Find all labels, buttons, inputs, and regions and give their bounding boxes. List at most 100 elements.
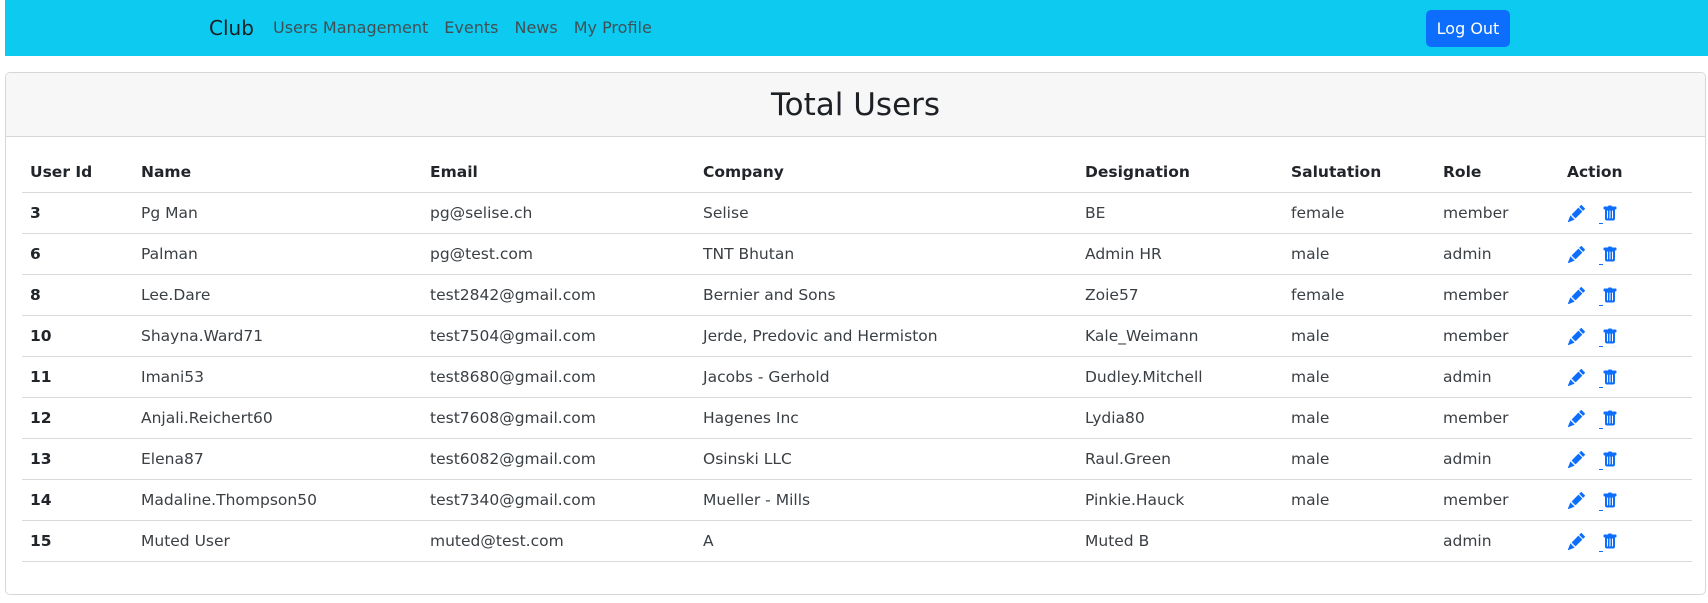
users-card: Total Users User Id Name Email Company D…	[5, 72, 1706, 595]
pencil-icon[interactable]	[1567, 368, 1585, 386]
cell-designation: Dudley.Mitchell	[1077, 356, 1283, 398]
cell-email: pg@test.com	[422, 233, 695, 275]
table-row: 13 Elena87 test6082@gmail.com Osinski LLC Ra…	[22, 438, 1692, 480]
cell-salutation: male	[1283, 397, 1435, 439]
cell-user-id: 6	[22, 233, 133, 275]
cell-action	[1559, 520, 1692, 562]
nav-link-my-profile[interactable]: My Profile	[566, 17, 660, 39]
cell-salutation: female	[1283, 274, 1435, 316]
trash-icon[interactable]	[1599, 327, 1619, 347]
cell-salutation: male	[1283, 479, 1435, 521]
cell-user-id: 3	[22, 192, 133, 234]
cell-action	[1559, 438, 1692, 480]
cell-role: member	[1435, 274, 1559, 316]
row-actions	[1567, 234, 1684, 274]
cell-email: pg@selise.ch	[422, 192, 695, 234]
row-actions	[1567, 316, 1684, 356]
row-actions	[1567, 357, 1684, 397]
header-salutation: Salutation	[1283, 151, 1435, 193]
pencil-icon[interactable]	[1567, 286, 1585, 304]
cell-name: Muted User	[133, 520, 422, 562]
cell-company: A	[695, 520, 1077, 562]
cell-action	[1559, 479, 1692, 521]
trash-icon[interactable]	[1599, 409, 1619, 429]
cell-action	[1559, 192, 1692, 234]
cell-company: TNT Bhutan	[695, 233, 1077, 275]
cell-designation: Pinkie.Hauck	[1077, 479, 1283, 521]
cell-name: Shayna.Ward71	[133, 315, 422, 357]
top-navbar: Club Users Management Events News My Pro…	[5, 0, 1708, 56]
cell-designation: Kale_Weimann	[1077, 315, 1283, 357]
cell-company: Selise	[695, 192, 1077, 234]
trash-icon[interactable]	[1599, 532, 1619, 552]
table-row: 3 Pg Man pg@selise.ch Selise BE female member	[22, 192, 1692, 234]
cell-user-id: 8	[22, 274, 133, 316]
row-actions	[1567, 439, 1684, 479]
cell-user-id: 15	[22, 520, 133, 562]
cell-role: member	[1435, 397, 1559, 439]
pencil-icon[interactable]	[1567, 450, 1585, 468]
cell-salutation: male	[1283, 438, 1435, 480]
cell-role: member	[1435, 315, 1559, 357]
header-email: Email	[422, 151, 695, 193]
cell-salutation: male	[1283, 315, 1435, 357]
header-designation: Designation	[1077, 151, 1283, 193]
cell-email: test2842@gmail.com	[422, 274, 695, 316]
row-actions	[1567, 398, 1684, 438]
trash-icon[interactable]	[1599, 286, 1619, 306]
cell-company: Bernier and Sons	[695, 274, 1077, 316]
table-row: 12 Anjali.Reichert60 test7608@gmail.com Hag…	[22, 397, 1692, 439]
cell-salutation: female	[1283, 192, 1435, 234]
cell-email: muted@test.com	[422, 520, 695, 562]
cell-email: test7608@gmail.com	[422, 397, 695, 439]
table-row: 10 Shayna.Ward71 test7504@gmail.com Jerde, …	[22, 315, 1692, 357]
pencil-icon[interactable]	[1567, 204, 1585, 222]
cell-company: Jerde, Predovic and Hermiston	[695, 315, 1077, 357]
cell-name: Anjali.Reichert60	[133, 397, 422, 439]
trash-icon[interactable]	[1599, 368, 1619, 388]
cell-action	[1559, 274, 1692, 316]
cell-designation: Admin HR	[1077, 233, 1283, 275]
cell-company: Osinski LLC	[695, 438, 1077, 480]
pencil-icon[interactable]	[1567, 532, 1585, 550]
trash-icon[interactable]	[1599, 245, 1619, 265]
table-row: 6 Palman pg@test.com TNT Bhutan Admin HR male…	[22, 233, 1692, 275]
cell-user-id: 13	[22, 438, 133, 480]
cell-name: Pg Man	[133, 192, 422, 234]
cell-salutation	[1283, 520, 1435, 562]
header-name: Name	[133, 151, 422, 193]
cell-name: Elena87	[133, 438, 422, 480]
nav-link-news[interactable]: News	[506, 17, 565, 39]
nav-link-events[interactable]: Events	[436, 17, 506, 39]
pencil-icon[interactable]	[1567, 491, 1585, 509]
row-actions	[1567, 193, 1684, 233]
trash-icon[interactable]	[1599, 204, 1619, 224]
table-row: 8 Lee.Dare test2842@gmail.com Bernier and S…	[22, 274, 1692, 316]
row-actions	[1567, 480, 1684, 520]
cell-designation: Zoie57	[1077, 274, 1283, 316]
cell-name: Madaline.Thompson50	[133, 479, 422, 521]
pencil-icon[interactable]	[1567, 409, 1585, 427]
cell-email: test7504@gmail.com	[422, 315, 695, 357]
page-title: Total Users	[770, 86, 941, 123]
cell-designation: Lydia80	[1077, 397, 1283, 439]
cell-role: member	[1435, 192, 1559, 234]
cell-role: admin	[1435, 438, 1559, 480]
cell-role: member	[1435, 479, 1559, 521]
cell-action	[1559, 233, 1692, 275]
table-row: 14 Madaline.Thompson50 test7340@gmail.com M…	[22, 479, 1692, 521]
cell-name: Palman	[133, 233, 422, 275]
pencil-icon[interactable]	[1567, 245, 1585, 263]
pencil-icon[interactable]	[1567, 327, 1585, 345]
logout-button[interactable]: Log Out	[1426, 10, 1510, 47]
cell-user-id: 12	[22, 397, 133, 439]
brand-logo[interactable]: Club	[209, 14, 254, 42]
nav-link-users-management[interactable]: Users Management	[273, 17, 436, 39]
cell-designation: BE	[1077, 192, 1283, 234]
cell-email: test7340@gmail.com	[422, 479, 695, 521]
card-header: Total Users	[6, 73, 1705, 137]
trash-icon[interactable]	[1599, 491, 1619, 511]
trash-icon[interactable]	[1599, 450, 1619, 470]
header-company: Company	[695, 151, 1077, 193]
cell-user-id: 14	[22, 479, 133, 521]
